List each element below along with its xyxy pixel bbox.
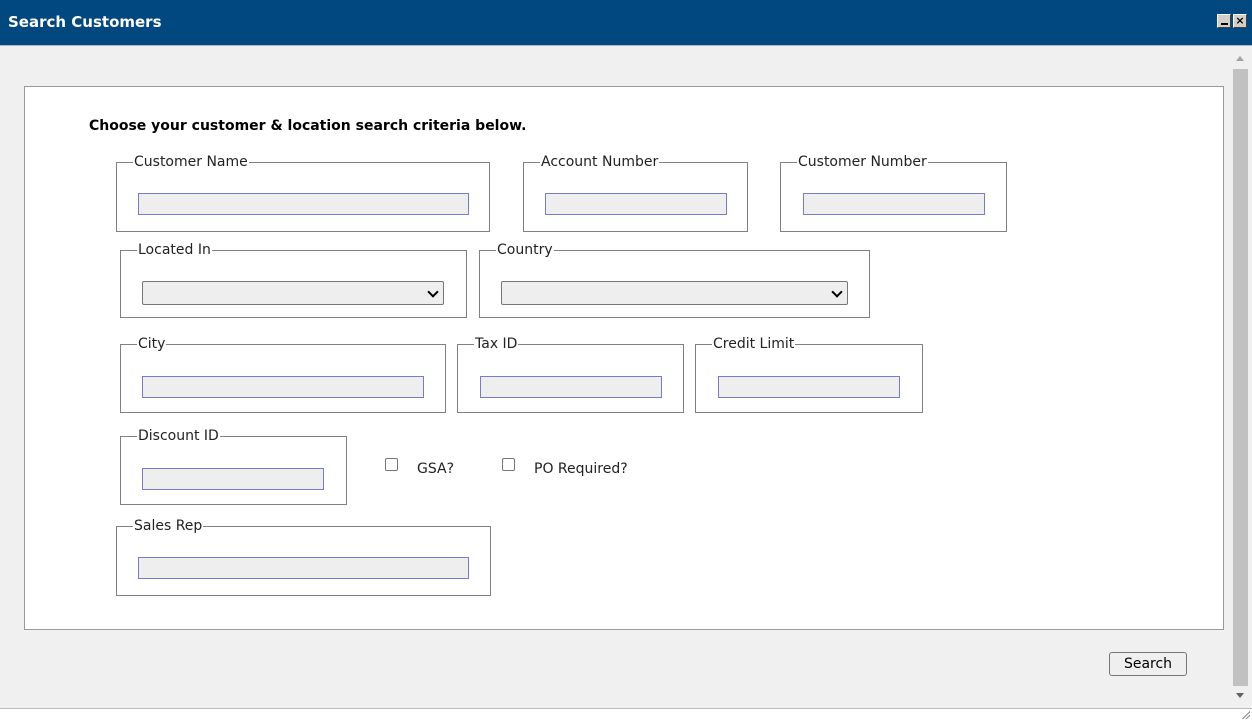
located-in-label: Located In (138, 242, 211, 258)
tax-id-label: Tax ID (475, 336, 518, 352)
gsa-checkbox[interactable] (385, 458, 398, 471)
customer-name-input[interactable] (138, 193, 469, 215)
country-select[interactable] (501, 281, 848, 305)
account-number-input[interactable] (545, 193, 727, 215)
scroll-down-icon[interactable] (1236, 693, 1244, 698)
search-button[interactable]: Search (1109, 652, 1187, 676)
search-instructions: Choose your customer & location search c… (89, 118, 527, 134)
country-group: Country (479, 242, 870, 318)
chevron-down-icon (427, 286, 439, 298)
country-label: Country (497, 242, 553, 258)
sales-rep-label: Sales Rep (134, 518, 203, 534)
sales-rep-input[interactable] (138, 557, 469, 579)
scroll-thumb[interactable] (1233, 69, 1248, 686)
credit-limit-input[interactable] (718, 376, 900, 398)
window-title: Search Customers (8, 13, 162, 31)
city-label: City (138, 336, 166, 352)
discount-id-input[interactable] (142, 468, 324, 490)
chevron-down-icon (831, 286, 843, 298)
discount-id-group: Discount ID (120, 428, 347, 505)
resize-grip-icon[interactable] (1241, 710, 1250, 719)
located-in-select[interactable] (142, 281, 444, 305)
po-required-label: PO Required? (534, 461, 628, 477)
discount-id-label: Discount ID (138, 428, 219, 444)
city-input[interactable] (142, 376, 424, 398)
customer-number-group: Customer Number (780, 154, 1007, 232)
tax-id-group: Tax ID (457, 336, 684, 413)
minimize-icon[interactable] (1217, 14, 1231, 28)
status-bar (0, 708, 1252, 721)
credit-limit-label: Credit Limit (713, 336, 795, 352)
gsa-label: GSA? (417, 461, 455, 477)
customer-number-label: Customer Number (798, 154, 927, 170)
scroll-up-icon[interactable] (1236, 56, 1244, 61)
customer-name-label: Customer Name (134, 154, 248, 170)
vertical-scrollbar[interactable] (1230, 46, 1252, 708)
customer-number-input[interactable] (803, 193, 985, 215)
close-icon[interactable]: × (1233, 14, 1247, 28)
tax-id-input[interactable] (480, 376, 662, 398)
customer-name-group: Customer Name (116, 154, 490, 232)
window-titlebar: Search Customers × (0, 0, 1252, 46)
account-number-label: Account Number (541, 154, 659, 170)
account-number-group: Account Number (523, 154, 748, 232)
located-in-group: Located In (120, 242, 467, 318)
po-required-checkbox[interactable] (502, 458, 515, 471)
credit-limit-group: Credit Limit (695, 336, 923, 413)
city-group: City (120, 336, 446, 413)
sales-rep-group: Sales Rep (116, 518, 491, 596)
